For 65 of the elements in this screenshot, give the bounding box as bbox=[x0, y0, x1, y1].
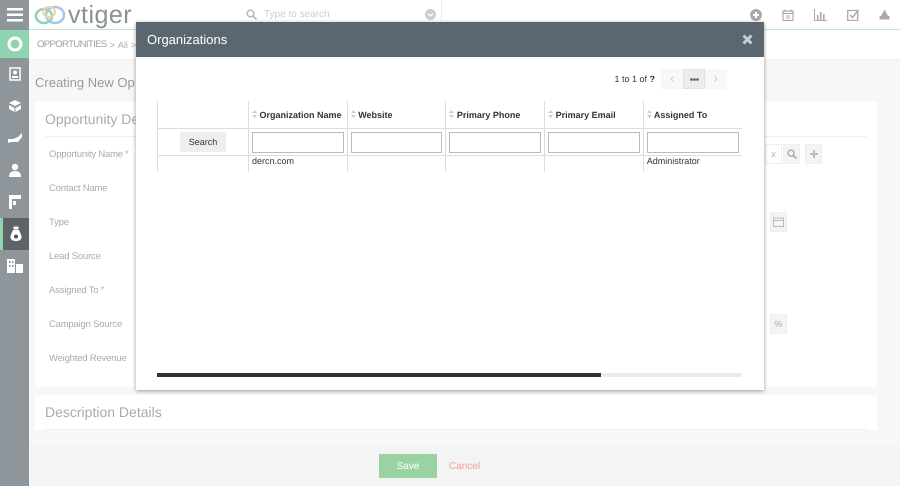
sort-icon bbox=[548, 110, 554, 118]
breadcrumb-separator: > bbox=[110, 40, 115, 50]
hand-icon bbox=[6, 131, 22, 145]
field-label: Campaign Source bbox=[49, 318, 122, 330]
column-header[interactable]: Assigned To bbox=[643, 101, 742, 128]
search-icon bbox=[246, 9, 257, 20]
money-bag-icon bbox=[10, 226, 22, 242]
field-label: Weighted Revenue bbox=[49, 352, 126, 364]
required-mark: * bbox=[100, 284, 104, 296]
menu-icon bbox=[6, 8, 22, 22]
plus-icon bbox=[810, 150, 818, 158]
filter-field[interactable] bbox=[646, 132, 739, 152]
ellipsis-icon bbox=[690, 78, 698, 80]
close-icon[interactable] bbox=[742, 34, 753, 45]
user-icon[interactable] bbox=[879, 9, 890, 20]
box-icon bbox=[8, 99, 22, 113]
dialog-title: Organizations bbox=[147, 32, 228, 47]
add-icon[interactable] bbox=[750, 8, 762, 20]
column-header[interactable]: Primary Phone bbox=[446, 101, 545, 128]
calendar-icon[interactable] bbox=[782, 8, 794, 20]
required-mark: * bbox=[124, 148, 129, 160]
horizontal-scrollbar[interactable] bbox=[157, 373, 742, 377]
field-label: Lead Source bbox=[49, 250, 101, 262]
logo-text: vtiger bbox=[68, 0, 132, 28]
table-cell[interactable]: Administrator bbox=[646, 156, 700, 166]
building-icon bbox=[6, 259, 22, 273]
person-icon bbox=[8, 163, 22, 177]
field-label: Assigned To bbox=[49, 284, 98, 296]
lookup-button[interactable] bbox=[783, 144, 800, 164]
field-label: Contact Name bbox=[49, 182, 108, 194]
percent-addon: % bbox=[770, 314, 787, 334]
sort-icon bbox=[646, 110, 652, 118]
field-label: Type bbox=[49, 216, 69, 228]
ring-icon bbox=[6, 36, 22, 52]
pagination-range: 1 to 1 of ? bbox=[614, 74, 655, 84]
chevron-left-icon bbox=[670, 76, 674, 82]
column-header[interactable]: Organization Name bbox=[248, 101, 348, 128]
bar-chart-icon[interactable] bbox=[814, 8, 827, 20]
sort-icon bbox=[449, 110, 454, 118]
page-jump-button[interactable] bbox=[683, 69, 705, 89]
calendar-button[interactable] bbox=[770, 212, 787, 232]
sort-icon bbox=[252, 110, 257, 118]
sort-icon bbox=[350, 110, 356, 118]
cloud-logo-icon bbox=[34, 4, 66, 26]
filter-field[interactable] bbox=[548, 132, 640, 152]
search-icon bbox=[786, 149, 796, 159]
table-cell[interactable]: dercn.com bbox=[252, 156, 294, 166]
checkbox-icon[interactable] bbox=[847, 8, 859, 20]
dropdown-icon[interactable] bbox=[425, 9, 436, 20]
filter-field[interactable] bbox=[350, 132, 442, 152]
signpost-icon bbox=[8, 194, 22, 210]
breadcrumb-separator: > bbox=[130, 40, 136, 50]
contact-card-icon bbox=[8, 67, 20, 81]
search-button[interactable]: Search bbox=[180, 132, 226, 152]
column-header[interactable]: Primary Email bbox=[544, 101, 644, 128]
create-button[interactable] bbox=[805, 144, 822, 164]
sidebar-item[interactable] bbox=[0, 218, 29, 250]
column-header[interactable]: Website bbox=[347, 101, 446, 128]
page-title: Creating New Op bbox=[35, 74, 135, 92]
filter-field[interactable] bbox=[449, 132, 542, 152]
field-label: Opportunity Name bbox=[49, 148, 123, 160]
calendar-icon bbox=[773, 217, 784, 227]
chevron-right-icon bbox=[714, 76, 718, 82]
section-title: Description Details bbox=[45, 395, 867, 430]
filter-field[interactable] bbox=[252, 132, 344, 152]
